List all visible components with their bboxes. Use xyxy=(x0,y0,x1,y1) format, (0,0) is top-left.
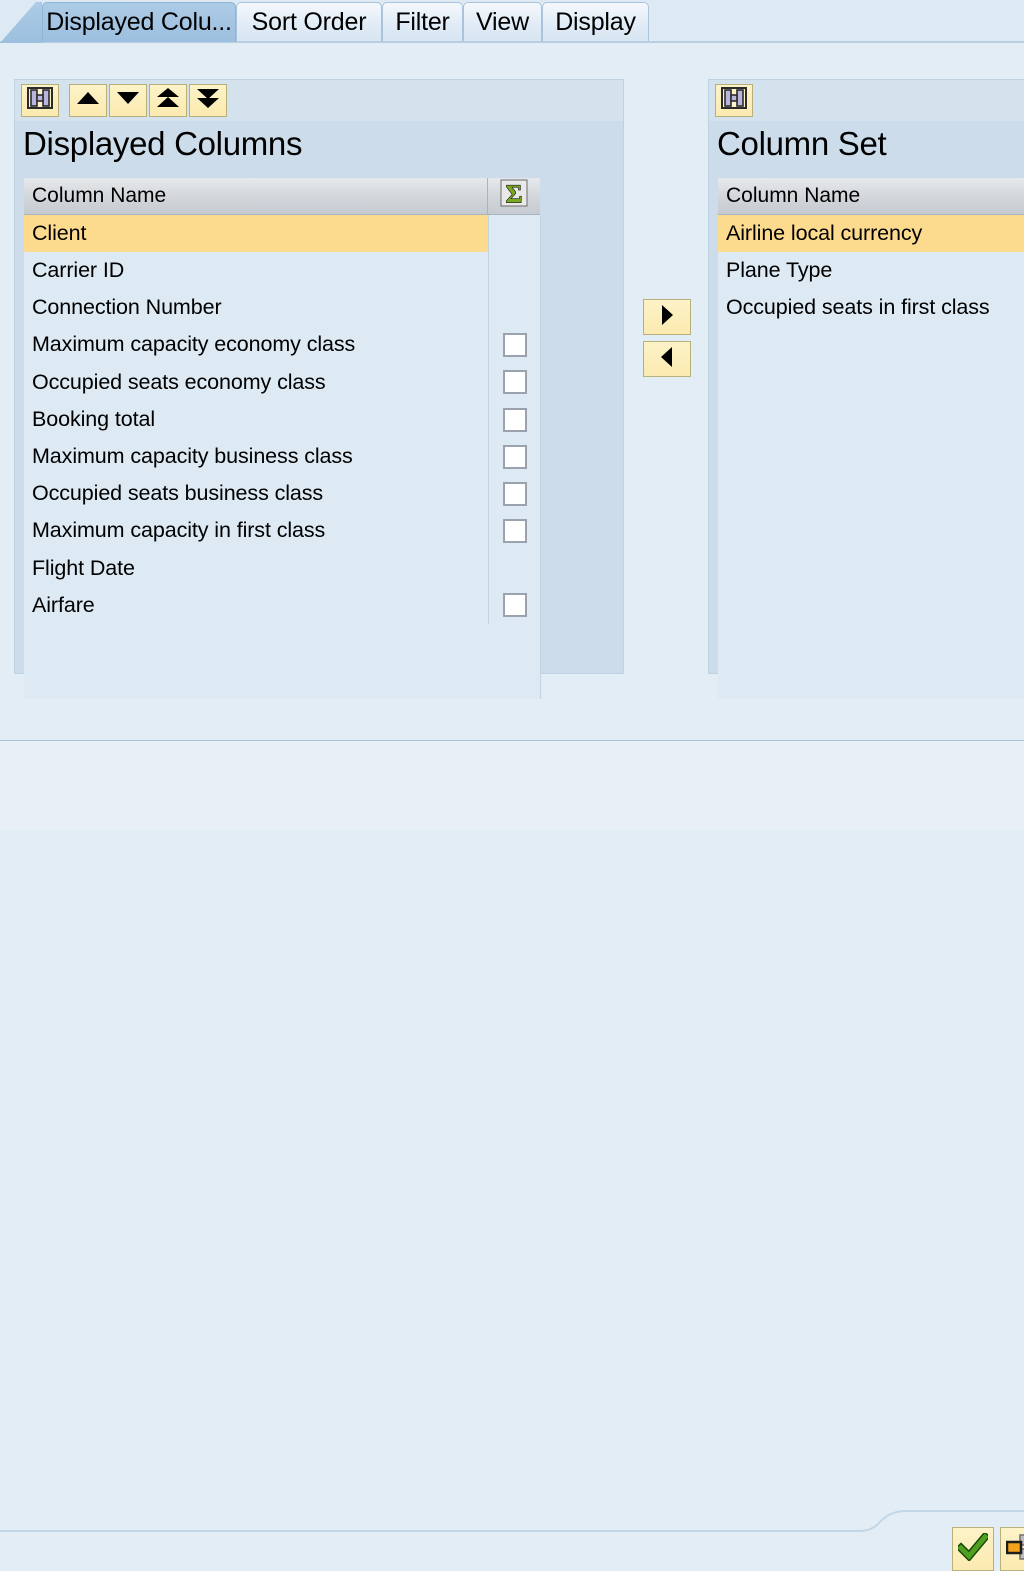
transfer-button-group xyxy=(643,299,691,377)
sum-checkbox-cell[interactable] xyxy=(488,326,540,364)
tab-display[interactable]: Display xyxy=(542,2,649,42)
sum-checkbox-cell[interactable] xyxy=(488,512,540,550)
move-to-top-button[interactable] xyxy=(149,84,187,117)
tab-label: Displayed Colu... xyxy=(46,8,232,36)
column-name-header[interactable]: Column Name xyxy=(718,184,1024,208)
sum-checkbox-cell xyxy=(488,289,540,327)
list-item[interactable]: Airline local currency xyxy=(718,215,1024,253)
column-name-cell: Occupied seats economy class xyxy=(32,369,326,394)
bottom-bar xyxy=(0,741,1024,1571)
list-item[interactable]: Carrier ID xyxy=(24,252,540,290)
check-green-icon xyxy=(955,1530,991,1566)
column-set-list-header: Column Name xyxy=(718,178,1024,215)
column-name-cell: Occupied seats business class xyxy=(32,481,324,506)
tab-label: View xyxy=(476,8,529,36)
tab-label: Sort Order xyxy=(251,8,367,36)
tab-displayed-columns[interactable]: Displayed Colu... xyxy=(42,2,236,42)
list-item[interactable]: Connection Number xyxy=(24,289,540,327)
column-set-title: Column Set xyxy=(717,125,887,162)
layout-button[interactable] xyxy=(1000,1527,1024,1571)
list-item[interactable]: Booking total xyxy=(24,400,540,439)
displayed-columns-toolbar xyxy=(15,80,623,121)
bottom-action-buttons xyxy=(952,1527,1024,1571)
list-item[interactable]: Occupied seats economy class xyxy=(24,363,540,401)
column-name-cell: Connection Number xyxy=(32,295,222,320)
arrow-up-icon xyxy=(76,90,100,111)
column-set-list[interactable]: Airline local currency Plane Type Occupied… xyxy=(718,215,1024,699)
sum-checkbox-cell[interactable] xyxy=(488,586,540,625)
list-item[interactable]: Maximum capacity business class xyxy=(24,438,540,476)
sum-checkbox[interactable] xyxy=(502,444,527,469)
sum-checkbox-cell xyxy=(488,549,540,587)
column-name-cell: Flight Date xyxy=(32,555,135,580)
column-set-toolbar xyxy=(709,80,1024,121)
tab-active-left-slant xyxy=(0,2,42,43)
column-name-cell: Booking total xyxy=(32,406,156,431)
list-item[interactable]: Client xyxy=(24,215,540,253)
sum-sigma-icon: Σ xyxy=(500,179,528,213)
column-name-cell: Client xyxy=(24,215,488,253)
tab-filter[interactable]: Filter xyxy=(382,2,463,42)
sum-checkbox[interactable] xyxy=(502,333,527,358)
list-item[interactable]: Maximum capacity in first class xyxy=(24,512,540,550)
arrow-top-icon xyxy=(156,87,180,114)
sum-checkbox[interactable] xyxy=(502,481,527,506)
tab-view[interactable]: View xyxy=(463,2,542,42)
move-down-button[interactable] xyxy=(109,84,147,117)
sum-checkbox[interactable] xyxy=(502,370,527,395)
column-name-cell: Maximum capacity in first class xyxy=(32,518,326,543)
displayed-columns-panel: Displayed Columns Column Name Σ Client Ca… xyxy=(14,79,624,699)
column-set-panel: Column Set Column Name Airline local cur… xyxy=(708,79,1024,699)
column-name-cell: Occupied seats in first class xyxy=(726,295,990,320)
sum-checkbox-cell[interactable] xyxy=(488,363,540,401)
column-name-cell: Carrier ID xyxy=(32,258,125,283)
list-item[interactable]: Plane Type xyxy=(718,252,1024,289)
arrow-left-icon xyxy=(659,346,675,373)
move-up-button[interactable] xyxy=(69,84,107,117)
tab-bar: Displayed Colu... Sort Order Filter View… xyxy=(0,0,1024,43)
sum-checkbox-cell xyxy=(488,252,540,290)
column-name-cell: Airfare xyxy=(32,592,95,617)
svg-text:Σ: Σ xyxy=(506,181,522,207)
sum-checkbox[interactable] xyxy=(502,407,527,432)
column-name-cell: Plane Type xyxy=(726,258,833,283)
arrow-down-icon xyxy=(116,90,140,111)
displayed-columns-list[interactable]: Client Carrier ID Connection Number Maximum… xyxy=(24,215,541,699)
move-to-bottom-button[interactable] xyxy=(189,84,227,117)
sum-checkbox-cell[interactable] xyxy=(488,475,540,513)
column-name-cell: Maximum capacity business class xyxy=(32,443,353,468)
sum-checkbox[interactable] xyxy=(502,593,527,618)
tab-label: Display xyxy=(555,8,636,36)
bottom-step-separator xyxy=(0,1510,1024,1532)
add-column-button[interactable] xyxy=(643,299,691,335)
list-item[interactable]: Flight Date xyxy=(24,549,540,587)
tab-label: Filter xyxy=(395,8,450,36)
list-item[interactable]: Airfare xyxy=(24,586,540,625)
column-name-cell: Airline local currency xyxy=(718,215,1024,253)
remove-column-button[interactable] xyxy=(643,341,691,377)
list-item[interactable]: Occupied seats business class xyxy=(24,475,540,513)
displayed-columns-list-header: Column Name Σ xyxy=(24,178,540,215)
column-name-header[interactable]: Column Name xyxy=(24,184,487,208)
displayed-columns-title: Displayed Columns xyxy=(23,125,303,162)
sum-checkbox-cell xyxy=(488,215,540,253)
sum-checkbox-cell[interactable] xyxy=(488,400,540,439)
find-icon xyxy=(27,86,53,115)
find-button[interactable] xyxy=(21,84,59,117)
sum-column-header[interactable]: Σ xyxy=(487,178,540,214)
column-name-cell: Maximum capacity economy class xyxy=(32,332,356,357)
find-icon xyxy=(721,86,747,115)
sum-checkbox[interactable] xyxy=(502,519,527,544)
tab-sort-order[interactable]: Sort Order xyxy=(236,2,382,42)
confirm-button[interactable] xyxy=(952,1527,994,1571)
arrow-bottom-icon xyxy=(196,87,220,114)
find-button[interactable] xyxy=(715,84,753,117)
list-item[interactable]: Maximum capacity economy class xyxy=(24,326,540,364)
layout-grid-icon xyxy=(1005,1533,1024,1566)
arrow-right-icon xyxy=(659,304,675,331)
list-item[interactable]: Occupied seats in first class xyxy=(718,289,1024,326)
sum-checkbox-cell[interactable] xyxy=(488,438,540,476)
